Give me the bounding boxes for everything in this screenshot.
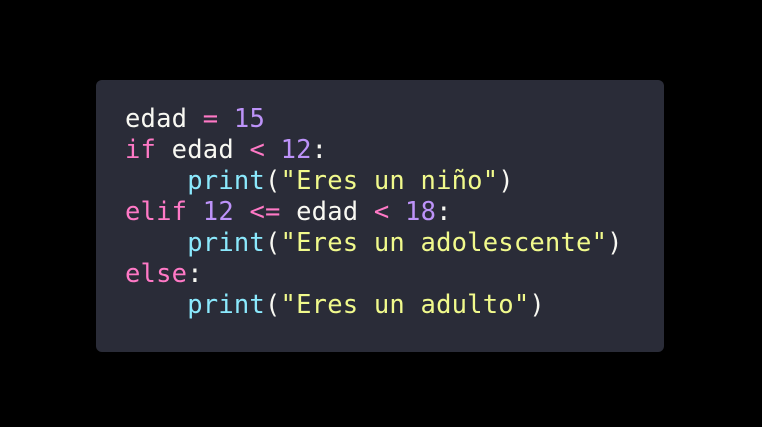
keyword-token: elif [125,197,188,227]
string-token: "Eres un niño" [280,166,499,196]
code-line: else: [125,259,623,290]
operator-token: = [202,104,219,134]
code-line: print("Eres un adolescente") [125,228,623,259]
punctuation-token: ) [607,228,623,258]
code-text: edad [156,135,250,165]
operator-token: < [249,135,265,165]
code-line: elif 12 <= edad < 18: [125,197,623,228]
code-line: print("Eres un adulto") [125,290,623,321]
punctuation-token: ( [264,228,281,258]
function-token: print [187,290,265,320]
code-block: edad = 15 if edad < 12: print("Eres un ni… [125,104,623,321]
code-text: edad [125,104,203,134]
function-token: print [187,228,265,258]
code-text: edad [280,197,374,227]
punctuation-token: : [311,135,328,165]
number-token: 18 [405,197,437,227]
punctuation-token: ( [264,290,281,320]
code-line: print("Eres un niño") [125,166,623,197]
canvas-background: edad = 15 if edad < 12: print("Eres un ni… [0,0,762,427]
punctuation-token: : [187,259,203,289]
punctuation-token: ( [264,166,281,196]
keyword-token: if [125,135,157,165]
number-token: 12 [202,197,234,227]
operator-token: < [373,197,390,227]
number-token: 15 [233,104,265,134]
punctuation-token: : [436,197,452,227]
operator-token: <= [249,197,281,227]
keyword-token: else [125,259,188,289]
code-snippet-card: edad = 15 if edad < 12: print("Eres un ni… [96,80,664,352]
string-token: "Eres un adolescente" [280,228,608,258]
number-token: 12 [280,135,312,165]
function-token: print [187,166,265,196]
string-token: "Eres un adulto" [280,290,530,320]
punctuation-token: ) [498,166,514,196]
code-line: edad = 15 [125,104,623,135]
punctuation-token: ) [529,290,545,320]
code-line: if edad < 12: [125,135,623,166]
